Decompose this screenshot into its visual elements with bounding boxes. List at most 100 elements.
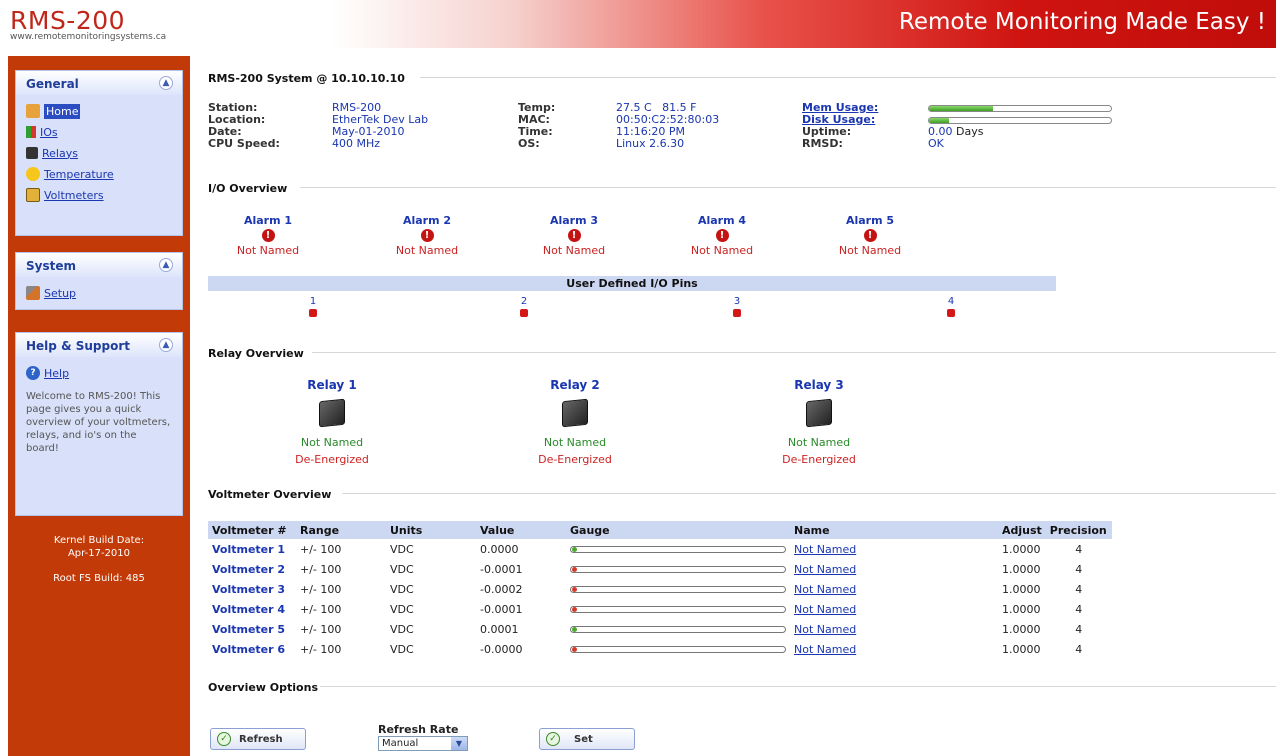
gauge-bar <box>570 606 786 613</box>
sidebar-item-label[interactable]: Help <box>44 367 69 380</box>
pin-4[interactable]: 4 <box>941 296 961 317</box>
voltmeter-name[interactable]: Voltmeter 3 <box>208 579 296 599</box>
sidebar-item-voltmeters[interactable]: Voltmeters <box>16 183 182 204</box>
cpu-label: CPU Speed: <box>208 137 280 150</box>
info-col-1: Station: Location: Date: CPU Speed: <box>208 102 280 150</box>
voltmeter-name[interactable]: Voltmeter 1 <box>208 539 296 559</box>
relay-label: Not Named <box>543 436 607 449</box>
logo-url: www.remotemonitoringsystems.ca <box>10 32 167 42</box>
sidebar-item-temperature[interactable]: Temperature <box>16 162 182 183</box>
voltmeter-range: +/- 100 <box>300 562 342 576</box>
gauge-marker <box>572 607 577 612</box>
voltmeter-value: 0.0001 <box>480 622 519 636</box>
alarm-2[interactable]: Alarm 2 ! Not Named <box>387 214 467 257</box>
voltmeter-name[interactable]: Voltmeter 2 <box>208 559 296 579</box>
relay-3[interactable]: Relay 3 Not Named De-Energized <box>769 378 869 466</box>
voltmeter-range: +/- 100 <box>300 622 342 636</box>
check-icon: ✓ <box>217 732 231 746</box>
info-col-1-values: RMS-200 EtherTek Dev Lab May-01-2010 400… <box>332 102 428 150</box>
voltmeter-name[interactable]: Voltmeter 4 <box>208 599 296 619</box>
alarm-5[interactable]: Alarm 5 ! Not Named <box>830 214 910 257</box>
voltmeter-name-link[interactable]: Not Named <box>790 559 998 579</box>
gauge-bar <box>570 626 786 633</box>
sidebar-item-label[interactable]: IOs <box>40 126 58 139</box>
sidebar-item-help[interactable]: ? Help <box>16 361 182 382</box>
voltmeter-name-link[interactable]: Not Named <box>790 579 998 599</box>
sidebar-item-label[interactable]: Voltmeters <box>44 189 104 202</box>
alarm-3[interactable]: Alarm 3 ! Not Named <box>534 214 614 257</box>
alarm-state: Not Named <box>838 244 902 257</box>
relay-1[interactable]: Relay 1 Not Named De-Energized <box>282 378 382 466</box>
col-header-precision: Precision <box>1045 521 1112 539</box>
collapse-icon[interactable]: ▲ <box>159 338 173 352</box>
relay-state: De-Energized <box>538 453 612 466</box>
section-divider <box>420 77 1276 78</box>
gauge-bar <box>570 646 786 653</box>
voltmeter-precision: 4 <box>1075 622 1083 636</box>
pin-2[interactable]: 2 <box>514 296 534 317</box>
voltmeter-precision: 4 <box>1075 582 1083 596</box>
sidebar-item-setup[interactable]: Setup <box>16 281 182 302</box>
collapse-icon[interactable]: ▲ <box>159 258 173 272</box>
mem-usage-fill <box>929 105 993 111</box>
relay-icon <box>562 398 588 428</box>
relay-overview-title: Relay Overview <box>208 347 304 360</box>
mem-usage-bar <box>928 104 1112 112</box>
general-panel-header[interactable]: General ▲ <box>16 71 182 95</box>
voltmeter-gauge <box>566 619 790 639</box>
voltmeter-name-link[interactable]: Not Named <box>790 599 998 619</box>
voltmeter-gauge <box>566 539 790 559</box>
pin-number: 1 <box>309 296 317 307</box>
voltmeter-range: +/- 100 <box>300 542 342 556</box>
refresh-rate-group: Refresh Rate Manual ▼ <box>378 723 468 751</box>
section-divider <box>312 352 1276 353</box>
alarm-1[interactable]: Alarm 1 ! Not Named <box>228 214 308 257</box>
voltmeter-gauge <box>566 639 790 659</box>
voltmeter-name-link[interactable]: Not Named <box>790 639 998 659</box>
voltmeter-units: VDC <box>390 562 414 576</box>
relay-state: De-Energized <box>782 453 856 466</box>
alarm-name: Alarm 2 <box>402 214 452 227</box>
io-overview-title: I/O Overview <box>208 182 288 195</box>
sidebar-item-home[interactable]: Home <box>16 99 182 120</box>
refresh-rate-select[interactable]: Manual ▼ <box>378 736 468 751</box>
voltmeter-gauge <box>566 559 790 579</box>
uptime-unit: Days <box>956 125 984 138</box>
system-panel-header[interactable]: System ▲ <box>16 253 182 277</box>
relay-icon <box>806 398 832 428</box>
sidebar-item-label[interactable]: Relays <box>42 147 78 160</box>
sidebar-item-label[interactable]: Temperature <box>44 168 114 181</box>
voltmeter-name-link[interactable]: Not Named <box>790 619 998 639</box>
sidebar-item-label[interactable]: Home <box>44 103 81 119</box>
sidebar-item-ios[interactable]: IOs <box>16 120 182 141</box>
tagline: Remote Monitoring Made Easy ! <box>898 9 1266 35</box>
overview-options-title: Overview Options <box>208 681 318 694</box>
rmsd-value: OK <box>928 137 944 150</box>
info-col-3: Mem Usage: Disk Usage: Uptime: RMSD: <box>802 102 878 150</box>
voltmeter-overview-title: Voltmeter Overview <box>208 488 332 501</box>
pin-1[interactable]: 1 <box>303 296 323 317</box>
alarm-warning-icon: ! <box>863 229 877 242</box>
refresh-button[interactable]: ✓ Refresh <box>210 728 306 750</box>
set-button[interactable]: ✓ Set <box>539 728 635 750</box>
pin-state-icon <box>733 309 741 317</box>
chevron-down-icon[interactable]: ▼ <box>451 737 467 750</box>
alarm-4[interactable]: Alarm 4 ! Not Named <box>682 214 762 257</box>
voltmeter-value: 0.0000 <box>480 542 519 556</box>
refresh-rate-label: Refresh Rate <box>378 723 459 736</box>
collapse-icon[interactable]: ▲ <box>159 76 173 90</box>
col-header-name: Name <box>790 521 998 539</box>
help-panel-header[interactable]: Help & Support ▲ <box>16 333 182 357</box>
gauge-marker <box>572 547 577 552</box>
sidebar-item-relays[interactable]: Relays <box>16 141 182 162</box>
voltmeter-name[interactable]: Voltmeter 5 <box>208 619 296 639</box>
pin-3[interactable]: 3 <box>727 296 747 317</box>
relay-name: Relay 3 <box>794 378 844 392</box>
voltmeter-name-link[interactable]: Not Named <box>790 539 998 559</box>
voltmeter-name[interactable]: Voltmeter 6 <box>208 639 296 659</box>
relay-2[interactable]: Relay 2 Not Named De-Energized <box>525 378 625 466</box>
voltmeter-units: VDC <box>390 582 414 596</box>
voltmeter-units: VDC <box>390 642 414 656</box>
sidebar-item-label[interactable]: Setup <box>44 287 76 300</box>
col-header-range: Range <box>296 521 386 539</box>
